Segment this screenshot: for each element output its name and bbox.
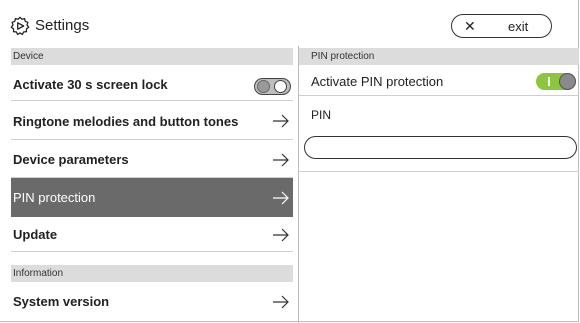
menu-item-label: Ringtone melodies and button tones [13,114,239,129]
menu-item-device-parameters[interactable]: Device parameters [11,140,293,178]
section-header-information: Information [11,265,293,282]
menu-item-update[interactable]: Update [11,217,293,252]
menu-item-system-version[interactable]: System version [11,283,293,319]
arrow-right-icon [273,228,289,242]
toggle-track-knob [257,80,270,93]
header: Settings ✕ exit [0,0,580,46]
settings-menu: Device Activate 30 s screen lock Rington… [11,46,293,323]
pin-protection-panel: PIN protection Activate PIN protection P… [299,46,579,323]
page-title: Settings [35,17,90,34]
menu-item-label: System version [13,294,110,309]
activate-pin-row[interactable]: Activate PIN protection [299,66,579,96]
arrow-right-icon [273,295,289,309]
pin-label: PIN [311,108,332,122]
menu-item-label: Update [13,227,58,242]
arrow-right-icon [273,114,289,128]
arrow-right-icon [273,153,289,167]
arrow-right-icon [273,191,289,205]
toggle-on-mark [548,77,550,86]
menu-item-pin-protection[interactable]: PIN protection [11,178,293,217]
pin-input[interactable] [304,136,577,159]
section-header-pin-protection: PIN protection [299,48,579,65]
pin-separator [299,171,579,172]
menu-item-screen-lock[interactable]: Activate 30 s screen lock [11,66,293,101]
menu-item-ringtones[interactable]: Ringtone melodies and button tones [11,101,293,140]
menu-item-label: Device parameters [13,152,129,167]
activate-pin-toggle[interactable] [536,73,576,90]
exit-button-label: exit [508,19,529,34]
close-icon: ✕ [464,18,476,34]
toggle-knob [274,80,287,93]
exit-button[interactable]: ✕ exit [451,14,552,38]
toggle-knob [559,73,576,90]
menu-item-label: PIN protection [13,190,96,205]
settings-gear-icon [10,16,30,36]
screen-lock-toggle[interactable] [254,78,291,95]
activate-pin-label: Activate PIN protection [311,74,444,89]
menu-item-label: Activate 30 s screen lock [13,77,168,92]
section-header-device: Device [11,48,293,65]
